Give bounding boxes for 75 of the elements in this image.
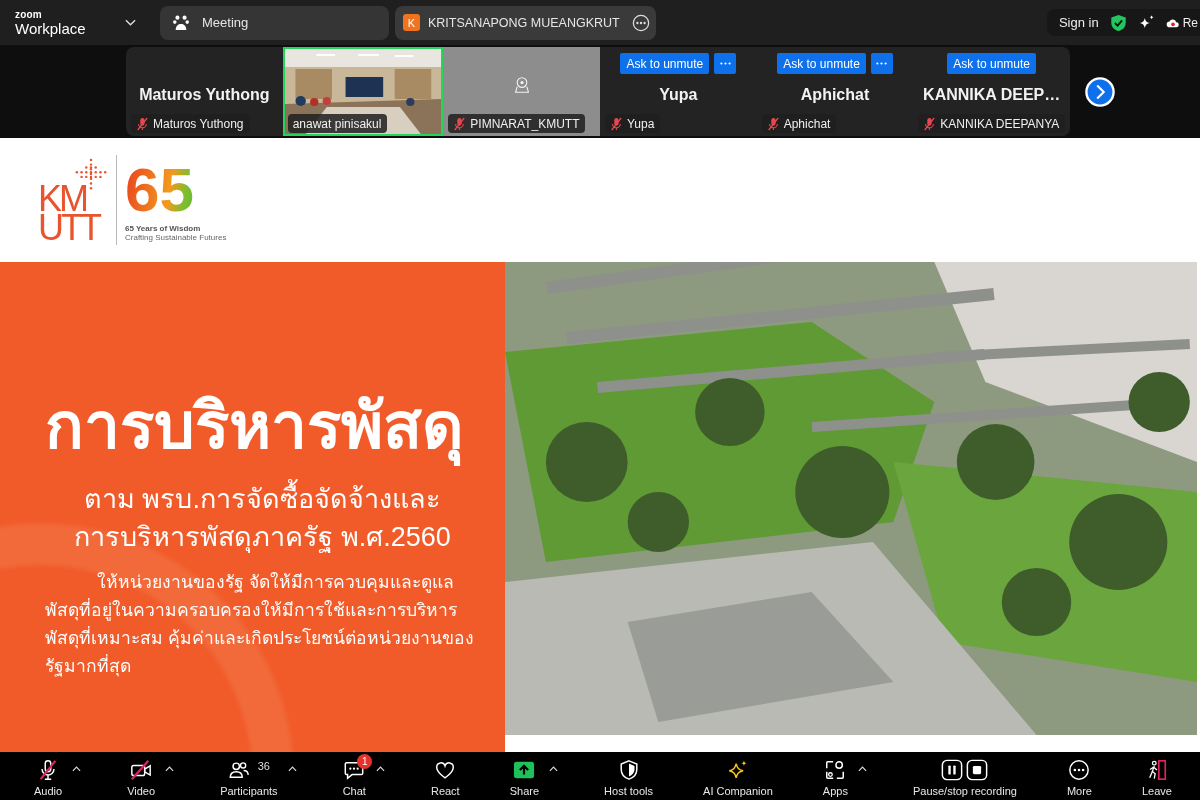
participant-name: Yupa [627,116,655,131]
recording-label: Re [1182,15,1198,30]
participants-button[interactable]: 36 Participants [216,752,282,798]
recording-button[interactable]: Pause/stop recording [908,752,1021,798]
more-options-button[interactable] [714,53,737,74]
caret-up-icon[interactable] [375,766,385,772]
more-icon [876,62,888,65]
shield-check-icon[interactable] [1109,13,1127,32]
heart-icon [434,759,457,781]
more-options-button[interactable] [870,53,893,74]
caret-up-icon[interactable] [549,766,559,772]
participant-display-name: Maturos Yuthong [139,85,270,104]
unread-count: 1 [357,754,373,769]
ai-companion-button[interactable]: AI Companion [699,752,777,798]
participant-tile[interactable]: anawat pinisakul [282,47,444,136]
participant-tile[interactable]: PIMNARAT_KMUTT [443,47,600,136]
sparkle-icon [726,759,749,781]
next-page-icon[interactable] [1085,76,1115,107]
meeting-tab[interactable]: Meeting [160,5,389,40]
share-screen-icon [513,759,536,781]
apps-button[interactable]: Apps [818,752,852,798]
exit-door-icon [1146,759,1168,781]
audio-button[interactable]: Audio [30,752,67,798]
share-button[interactable]: Share [505,752,544,798]
cloud-record-icon [1165,17,1180,28]
participant-name: Aphichat [783,116,831,131]
leave-button[interactable]: Leave [1138,752,1176,798]
logo-wordmark: KM [38,184,86,213]
contact-tab[interactable]: K KRITSANAPONG MUEANGKRUT [395,5,656,40]
ask-to-unmute-button[interactable]: Ask to unmute [947,53,1037,74]
participant-count: 36 [257,759,270,773]
participant-display-name: KANNIKA DEEP… [923,85,1061,104]
slide-body-text: ให้หน่วยงานของรัฐ จัดให้มีการควบคุมและดูแลพัสดุที่อยู่ในความครอบครองให้มีการใช้และการบริหารพัสดุที่เหมาะสม คุ้มค่าและเกิดประโยชน์ต่อหน่วยงานของรัฐมากที่สุด [45,571,475,679]
react-button[interactable]: React [426,752,464,798]
ask-to-unmute-button[interactable]: Ask to unmute [620,53,710,74]
logo-wordmark: UTT [38,213,101,242]
host-tools-button[interactable]: Host tools [600,752,658,798]
participant-tile[interactable]: Ask to unmute KANNIKA DEEP… KANNIKA DEEPANYA [913,47,1070,136]
participant-display-name: Yupa [659,85,698,104]
slide-subtitle: การบริหารพัสดุภาครัฐ พ.ศ.2560 [74,521,451,555]
brand-name: Workplace [15,20,87,36]
paw-icon [172,14,190,31]
slide-subtitle: ตาม พรบ.การจัดซื้อจัดจ้างและ [84,480,441,518]
caret-up-icon[interactable] [287,766,297,772]
video-button[interactable]: Video [123,752,160,798]
shield-icon [617,759,640,781]
pause-icon [941,759,964,781]
ask-to-unmute-button[interactable]: Ask to unmute [777,53,866,74]
participant-name: Maturos Yuthong [153,116,244,131]
caret-up-icon[interactable] [857,766,867,772]
participant-tile[interactable]: Ask to unmute Aphichat Aphichat [756,47,914,136]
more-icon [1068,759,1091,781]
caret-up-icon[interactable] [72,766,82,772]
brand-logo-text: zoom [15,9,43,20]
webcam-icon [513,75,530,94]
more-icon [719,62,731,65]
avatar-initial: K [403,14,420,31]
logo-motto: Crafting Sustainable Futures [125,232,227,242]
participant-tile[interactable]: Ask to unmute Yupa Yupa [600,47,757,136]
chevron-down-icon[interactable] [125,19,136,26]
apps-icon [824,759,847,781]
logo-tagline: 65 Years of Wisdom [125,223,202,233]
caret-up-icon[interactable] [165,766,175,772]
people-icon [227,759,250,781]
stop-icon [966,759,989,781]
participant-name: PIMNARAT_KMUTT [470,116,580,131]
participant-display-name: Aphichat [800,85,870,104]
chat-button[interactable]: 1 Chat [338,752,370,798]
participant-name: anawat pinisakul [292,116,382,131]
chat-bubble-icon [343,759,366,781]
more-button[interactable]: More [1062,752,1096,798]
participant-name: KANNIKA DEEPANYA [940,116,1060,131]
more-options-icon[interactable] [631,13,650,32]
sign-in-button[interactable]: Sign in [1058,15,1099,30]
participant-tile[interactable]: Maturos Yuthong Maturos Yuthong [126,47,283,136]
